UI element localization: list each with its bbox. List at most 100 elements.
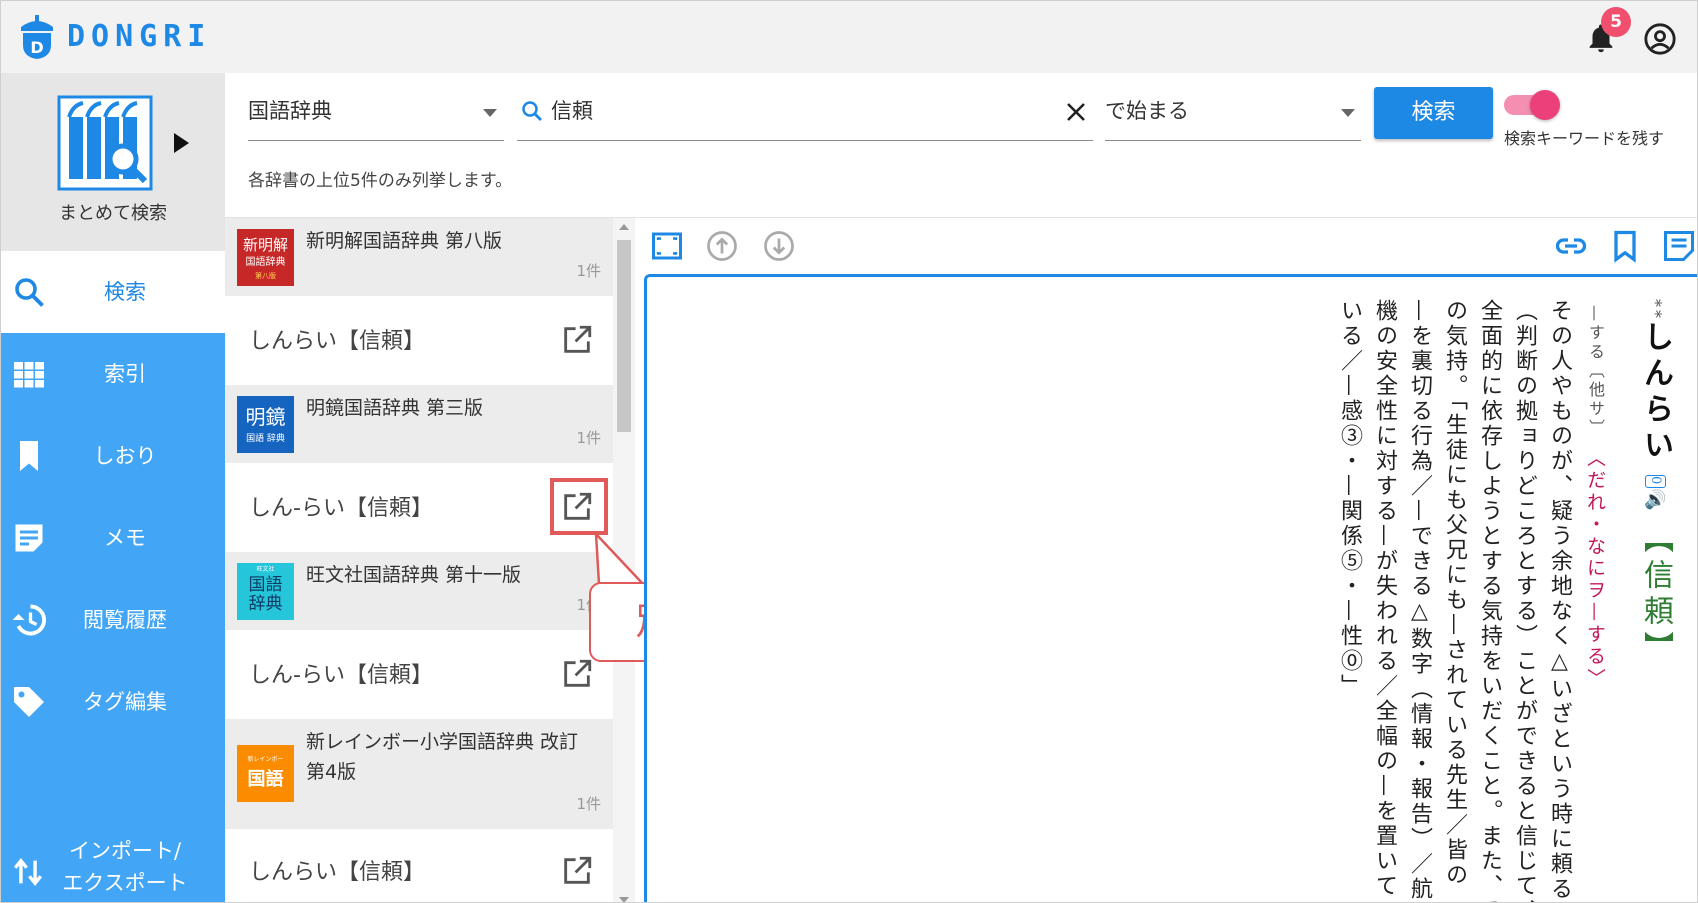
sidebar-item-label: しおり: [93, 444, 157, 468]
svg-text:新レインボー: 新レインボー: [247, 755, 283, 763]
brand-name: DONGRI: [67, 19, 212, 54]
clear-icon[interactable]: [1064, 100, 1088, 124]
result-count: 1件: [576, 262, 601, 280]
open-in-new-tab-icon[interactable]: [560, 854, 594, 888]
result-entry[interactable]: しんらい【信頼】: [225, 829, 613, 902]
keep-keyword-toggle-knob[interactable]: [1530, 90, 1560, 120]
dictionary-header[interactable]: 明鏡 国語 辞典 明鏡国語辞典 第三版 1件: [225, 385, 613, 463]
open-in-new-tab-icon[interactable]: [560, 323, 594, 357]
entry-headword: しん-らい【信頼】: [249, 663, 433, 688]
svg-text:国語辞典: 国語辞典: [246, 255, 286, 268]
expand-arrow-icon[interactable]: [174, 133, 189, 153]
svg-text:辞典: 辞典: [249, 594, 283, 614]
sidebar-item-bookmarks[interactable]: しおり: [1, 415, 225, 497]
results-scrollbar-thumb[interactable]: [617, 240, 631, 432]
link-icon[interactable]: [1553, 228, 1589, 264]
svg-text:国語: 国語: [248, 768, 284, 790]
dictionary-cover: 新明解 国語辞典 第八版: [237, 229, 294, 286]
app-window: D DONGRI 5 まとめて検索 検索 索引 しおり メモ 閲覧履歴 タグ編集…: [0, 0, 1698, 903]
keep-keyword-label: 検索キーワードを残す: [1504, 129, 1665, 148]
bookmark-icon: [20, 441, 38, 471]
chevron-down-icon: [1341, 109, 1355, 117]
open-in-new-tab-icon[interactable]: [560, 657, 594, 691]
batch-search-icon: [57, 95, 153, 191]
svg-text:国語 辞典: 国語 辞典: [246, 432, 285, 444]
highlight-box: [550, 478, 608, 535]
svg-text:明鏡: 明鏡: [246, 405, 286, 429]
tag-icon: [14, 687, 44, 717]
search-input[interactable]: 信頼: [517, 87, 1093, 141]
dictionary-name: 旺文社国語辞典 第十一版: [306, 564, 522, 586]
sidebar-item-label: 索引: [104, 362, 146, 386]
memo-outline-icon[interactable]: [1661, 228, 1697, 264]
search-icon: [522, 101, 542, 121]
sidebar-item-label: 検索: [104, 280, 146, 304]
results-list: 新明解 国語辞典 第八版 新明解国語辞典 第八版 1件 しんらい【信頼】 明鏡 …: [225, 218, 613, 902]
bookmark-outline-icon[interactable]: [1607, 228, 1643, 264]
result-count: 1件: [576, 795, 601, 813]
sidebar-item-label: インポート/エクスポート: [62, 839, 188, 895]
account-icon[interactable]: [1643, 22, 1677, 56]
sidebar-item-index[interactable]: 索引: [1, 333, 225, 415]
search-hint: 各辞書の上位5件のみ列挙します。: [248, 171, 513, 191]
dictionary-select[interactable]: 国語辞典: [248, 87, 504, 141]
svg-text:国語: 国語: [249, 575, 283, 595]
sidebar-item-label: メモ: [104, 526, 146, 550]
search-query: 信頼: [551, 99, 593, 123]
search-icon: [15, 278, 44, 307]
import-export-icon: [13, 857, 43, 887]
sidebar-item-memo[interactable]: メモ: [1, 497, 225, 579]
entry-line: その人やものが、疑う余地なく△いざという時に頼る: [1547, 299, 1572, 902]
dictionary-cover: 新レインボー 国語: [237, 745, 294, 802]
match-mode-select[interactable]: で始まる: [1105, 87, 1361, 141]
batch-search-panel[interactable]: まとめて検索: [1, 73, 225, 251]
dictionary-header[interactable]: 旺文社 国語 辞典 旺文社国語辞典 第十一版 1件: [225, 552, 613, 630]
entry-headword: しんらい【信頼】: [249, 860, 426, 885]
memo-icon: [15, 524, 43, 552]
svg-text:第八版: 第八版: [255, 271, 276, 280]
svg-text:新明解: 新明解: [243, 236, 288, 254]
top-bar: D DONGRI 5: [1, 1, 1697, 73]
history-icon: [12, 604, 47, 636]
dictionary-cover: 旺文社 国語 辞典: [237, 563, 294, 620]
sidebar-item-label: タグ編集: [83, 690, 167, 714]
entry-line: 全面的に依存しようとする気持をいだくこと。また、そ: [1477, 299, 1502, 903]
notification-badge: 5: [1601, 7, 1631, 37]
chevron-down-icon: [483, 109, 497, 117]
result-entry[interactable]: しん-らい【信頼】: [225, 630, 613, 719]
entry-heading: **しんらい 0🔊 【信頼】: [1638, 299, 1673, 668]
dictionary-header[interactable]: 新明解 国語辞典 第八版 新明解国語辞典 第八版 1件: [225, 218, 613, 296]
dictionary-name: 新レインボー小学国語辞典 改訂 第4版: [306, 731, 579, 783]
sidebar-item-history[interactable]: 閲覧履歴: [1, 579, 225, 661]
svg-text:旺文社: 旺文社: [256, 565, 274, 573]
entry-grammar: —する〔他サ〕 〈だれ・なにヲ—する〉: [1584, 305, 1606, 690]
dictionary-name: 新明解国語辞典 第八版: [306, 230, 503, 252]
grid-icon: [14, 362, 44, 388]
fit-screen-icon[interactable]: [649, 228, 685, 264]
sidebar-item-tag-edit[interactable]: タグ編集: [1, 661, 225, 743]
batch-search-label: まとめて検索: [59, 203, 167, 224]
scroll-down-arrow-icon[interactable]: [619, 897, 629, 902]
sidebar-item-search[interactable]: 検索: [1, 251, 225, 333]
dictionary-name: 明鏡国語辞典 第三版: [306, 397, 484, 419]
entry-line: —を裏切る行為／—できる△数字（情報・報告）／航空: [1407, 299, 1432, 903]
dictionary-header[interactable]: 新レインボー 国語 新レインボー小学国語辞典 改訂 第4版 1件: [225, 719, 613, 829]
entry-line: の気持。「生徒にも父兄にも—されている先生／皆の: [1442, 299, 1467, 888]
entry-line: いる／—感③・—関係⑤・—性⓪」: [1337, 299, 1362, 699]
sidebar-item-label: 閲覧履歴: [83, 608, 167, 632]
arrow-up-circle-icon[interactable]: [704, 228, 740, 264]
entry-headword: しんらい【信頼】: [249, 329, 426, 354]
sidebar-item-import-export[interactable]: インポート/エクスポート: [1, 835, 225, 902]
match-mode-value: で始まる: [1105, 99, 1189, 123]
entry-headword: しん-らい【信頼】: [249, 496, 433, 521]
result-entry[interactable]: しんらい【信頼】: [225, 296, 613, 385]
dictionary-select-value: 国語辞典: [248, 99, 332, 123]
search-button[interactable]: 検索: [1374, 87, 1493, 139]
entry-viewer: **しんらい 0🔊 【信頼】 —する〔他サ〕 〈だれ・なにヲ—する〉 その人やも…: [644, 274, 1697, 903]
dictionary-cover: 明鏡 国語 辞典: [237, 396, 294, 453]
arrow-down-circle-icon[interactable]: [761, 228, 797, 264]
entry-line: 機の安全性に対する—が失われる／全幅の—を置いて: [1372, 299, 1397, 899]
dongri-logo-icon: D: [21, 15, 53, 59]
scroll-up-arrow-icon[interactable]: [619, 224, 629, 230]
svg-text:D: D: [30, 38, 43, 57]
